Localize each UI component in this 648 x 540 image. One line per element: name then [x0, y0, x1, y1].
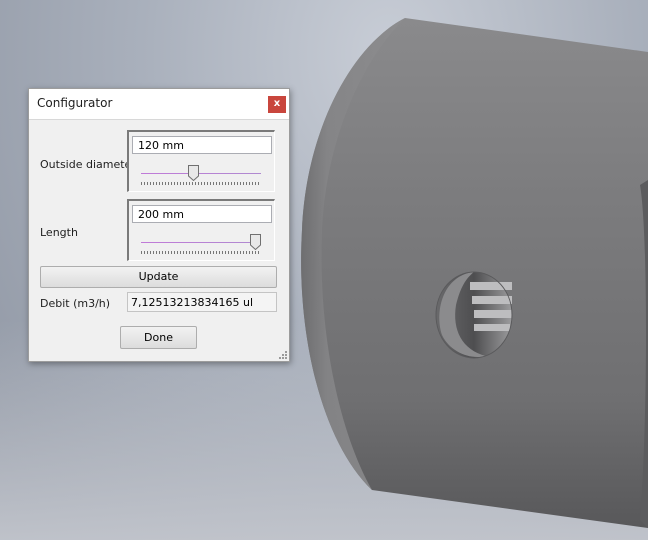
- debit-label: Debit (m3/h): [40, 297, 111, 310]
- length-slider[interactable]: [141, 234, 261, 256]
- update-button[interactable]: Update: [40, 266, 277, 288]
- outside-diameter-slider[interactable]: [141, 165, 261, 187]
- configurator-dialog: Configurator x Outside diameter 120 mm L…: [28, 88, 290, 362]
- outside-diameter-input[interactable]: 120 mm: [132, 136, 272, 154]
- dialog-title: Configurator: [37, 96, 113, 110]
- outside-diameter-label: Outside diameter: [40, 158, 136, 171]
- length-slider-thumb[interactable]: [250, 234, 261, 250]
- outside-diameter-slider-track: [141, 173, 261, 174]
- title-bar[interactable]: Configurator x: [29, 89, 289, 120]
- close-button[interactable]: x: [268, 96, 286, 113]
- length-group: 200 mm: [127, 199, 275, 261]
- done-button[interactable]: Done: [120, 326, 197, 349]
- outside-diameter-group: 120 mm: [127, 130, 275, 192]
- length-input[interactable]: 200 mm: [132, 205, 272, 223]
- debit-value-field: 7,12513213834165 ul: [127, 292, 277, 312]
- resize-grip-icon[interactable]: [279, 351, 287, 359]
- length-slider-ticks: [141, 251, 261, 254]
- outside-diameter-slider-thumb[interactable]: [187, 165, 199, 181]
- length-label: Length: [40, 226, 78, 239]
- outside-diameter-slider-ticks: [141, 182, 261, 185]
- length-slider-track: [141, 242, 261, 243]
